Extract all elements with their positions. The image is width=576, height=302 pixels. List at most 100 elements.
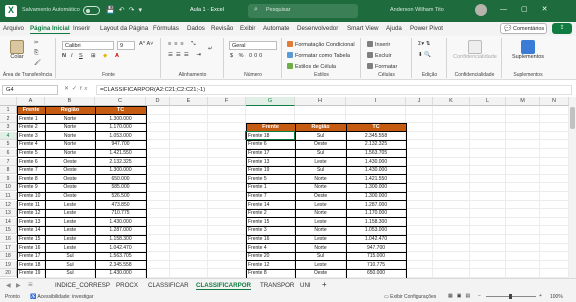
table2-cell[interactable]: Frente 4 xyxy=(246,244,295,252)
table1-cell[interactable]: Frente 19 xyxy=(17,269,45,277)
table1-cell[interactable]: Frente 10 xyxy=(17,192,45,200)
table1-cell[interactable]: Oeste xyxy=(45,192,95,200)
table2-cell[interactable]: Frente 2 xyxy=(246,209,295,217)
formula-icons[interactable]: ✕✓fx xyxy=(64,86,90,92)
table1-header-cell[interactable]: Frente xyxy=(17,106,45,114)
table1-cell[interactable]: 1.287.000 xyxy=(95,226,146,234)
next-sheet-icon[interactable]: ▶ xyxy=(16,282,21,289)
table2-cell[interactable]: Leste xyxy=(295,235,346,243)
row-header-13[interactable]: 13 xyxy=(0,209,17,218)
font-name-combo[interactable]: Calibri xyxy=(62,41,114,50)
tab-layout[interactable]: Layout da Página xyxy=(100,25,148,32)
paste-button[interactable]: Colar xyxy=(6,40,28,60)
fill-color-icon[interactable]: ◆ xyxy=(103,53,107,59)
table1-header-cell[interactable]: Região xyxy=(45,106,95,114)
quick-access-icons[interactable]: 💾↶↷▾ xyxy=(106,6,146,14)
table2-cell[interactable]: Sul xyxy=(295,132,346,140)
table1-cell[interactable]: 1.430.000 xyxy=(95,269,146,277)
table2-cell[interactable]: 2.345.558 xyxy=(346,132,406,140)
zoom-level[interactable]: 100% xyxy=(550,294,563,300)
table2-cell[interactable]: 1.563.705 xyxy=(346,149,406,157)
table2-cell[interactable]: 947.700 xyxy=(346,244,406,252)
table1-cell[interactable]: 1.430.000 xyxy=(95,218,146,226)
table1-cell[interactable]: Frente 2 xyxy=(17,123,45,131)
table1-cell[interactable]: Frente 17 xyxy=(17,252,45,260)
sheet-menu-icon[interactable]: ≡ xyxy=(28,280,33,289)
table2-cell[interactable]: 710.775 xyxy=(346,261,406,269)
zoom-out-icon[interactable]: − xyxy=(478,293,481,299)
table2-cell[interactable]: Frente 13 xyxy=(246,158,295,166)
table1-cell[interactable]: 1.563.705 xyxy=(95,252,146,260)
format-painter-icon[interactable]: 🖌 xyxy=(34,60,41,66)
table1-cell[interactable]: Sul xyxy=(45,269,95,277)
table1-cell[interactable]: 526.500 xyxy=(95,192,146,200)
table2-cell[interactable]: Frente 15 xyxy=(246,218,295,226)
row-header-8[interactable]: 8 xyxy=(0,166,17,175)
table1-cell[interactable]: Norte xyxy=(45,149,95,157)
file-name[interactable]: Aula 1 · Excel xyxy=(190,7,224,13)
row-header-12[interactable]: 12 xyxy=(0,200,17,209)
table1-cell[interactable]: Sul xyxy=(45,261,95,269)
name-box[interactable]: G4 xyxy=(2,85,58,95)
vertical-align-icons[interactable]: ≡≡≡ ⤡ xyxy=(168,41,199,48)
row-header-14[interactable]: 14 xyxy=(0,217,17,226)
tab-automate[interactable]: Automate xyxy=(263,25,289,32)
tab-arquivo[interactable]: Arquivo xyxy=(3,25,24,32)
column-header-c[interactable]: C xyxy=(95,97,146,106)
table1-cell[interactable]: 2.132.325 xyxy=(95,158,146,166)
row-header-16[interactable]: 16 xyxy=(0,235,17,243)
view-mode-icons[interactable]: ▦▣▤ xyxy=(448,293,474,299)
tab-revisao[interactable]: Revisão xyxy=(211,25,233,32)
table2-cell[interactable]: Oeste xyxy=(295,140,346,148)
formula-input[interactable]: =CLASSIFICARPOR(A2:C21;C2:C21;-1) xyxy=(96,85,572,95)
row-header-7[interactable]: 7 xyxy=(0,157,17,166)
row-header-5[interactable]: 5 xyxy=(0,140,17,149)
column-header-h[interactable]: H xyxy=(295,97,346,106)
addins-button[interactable]: Suplementos xyxy=(505,40,551,60)
column-header-g[interactable]: G xyxy=(246,97,295,106)
column-header-a[interactable]: A xyxy=(17,97,45,106)
table2-cell[interactable]: Frente 14 xyxy=(246,201,295,209)
table1-cell[interactable]: Frente 12 xyxy=(17,209,45,217)
table1-cell[interactable]: Frente 1 xyxy=(17,115,45,123)
tab-inserir[interactable]: Inserir xyxy=(73,25,90,32)
table2-cell[interactable]: Frente 16 xyxy=(246,235,295,243)
table1-cell[interactable]: Frente 8 xyxy=(17,175,45,183)
row-header-11[interactable]: 11 xyxy=(0,192,17,200)
table1-cell[interactable]: Frente 6 xyxy=(17,158,45,166)
autosum-icon[interactable]: Σ▾ ⇅ xyxy=(418,41,430,47)
zoom-in-icon[interactable]: + xyxy=(539,293,542,299)
table2-cell[interactable]: 1.421.550 xyxy=(346,175,406,183)
column-header-e[interactable]: E xyxy=(170,97,208,106)
insert-button[interactable]: Inserir xyxy=(367,41,390,48)
row-header-1[interactable]: 1 xyxy=(0,106,17,114)
tab-formulas[interactable]: Fórmulas xyxy=(153,25,179,32)
table1-cell[interactable]: Norte xyxy=(45,123,95,131)
bold-icon[interactable]: N xyxy=(62,53,66,59)
table2-cell[interactable]: Leste xyxy=(295,261,346,269)
tab-ajuda[interactable]: Ajuda xyxy=(386,25,402,32)
row-header-6[interactable]: 6 xyxy=(0,149,17,157)
display-settings[interactable]: ▭ Exibir Configurações xyxy=(384,294,436,300)
table1-cell[interactable]: Leste xyxy=(45,244,95,252)
table1-cell[interactable]: Sul xyxy=(45,252,95,260)
sheet-tab-transpor[interactable]: TRANSPOR xyxy=(260,282,294,289)
table1-cell[interactable]: 710.775 xyxy=(95,209,146,217)
table2-cell[interactable]: Leste xyxy=(295,218,346,226)
table1-cell[interactable]: Norte xyxy=(45,115,95,123)
sensitivity-button[interactable]: Confidencialidade xyxy=(450,40,500,60)
accessibility-status[interactable]: ♿ Acessibilidade: investigar xyxy=(30,294,93,300)
table2-cell[interactable]: 650.000 xyxy=(346,269,406,277)
user-name[interactable]: Anderson Wilham Tito xyxy=(390,7,444,13)
borders-icon[interactable]: ⊞ xyxy=(91,53,96,59)
table1-cell[interactable]: Frente 9 xyxy=(17,183,45,191)
table1-cell[interactable]: Oeste xyxy=(45,175,95,183)
zoom-slider-thumb[interactable] xyxy=(509,294,512,299)
column-header-i[interactable]: I xyxy=(346,97,406,106)
prev-sheet-icon[interactable]: ◀ xyxy=(6,282,11,289)
table2-cell[interactable]: 2.132.325 xyxy=(346,140,406,148)
row-header-19[interactable]: 19 xyxy=(0,260,17,269)
column-header-k[interactable]: K xyxy=(433,97,470,106)
italic-icon[interactable]: I xyxy=(71,53,73,59)
row-header-2[interactable]: 2 xyxy=(0,114,17,123)
